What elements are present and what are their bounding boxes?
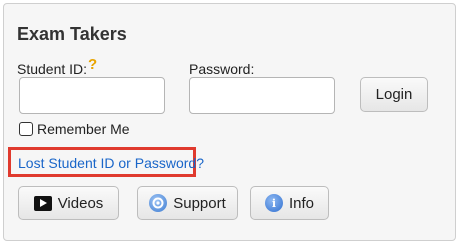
password-label: Password:: [189, 61, 255, 77]
support-lifebuoy-icon: [149, 194, 168, 212]
password-input[interactable]: [189, 77, 335, 114]
lost-credentials-link[interactable]: Lost Student ID or Password?: [18, 155, 204, 171]
info-button-label: Info: [288, 194, 315, 212]
videos-button-label: Videos: [57, 194, 104, 212]
login-button-label: Login: [375, 86, 413, 103]
info-icon: i: [264, 194, 283, 212]
videos-button[interactable]: Videos: [18, 186, 119, 220]
student-id-input[interactable]: [19, 77, 165, 114]
support-button-label: Support: [173, 194, 226, 212]
login-button[interactable]: Login: [360, 77, 428, 112]
support-button[interactable]: Support: [137, 186, 238, 220]
remember-me-checkbox[interactable]: Remember Me: [19, 121, 130, 137]
checkbox-box[interactable]: [19, 122, 33, 136]
student-id-label: Student ID:: [17, 61, 88, 77]
video-play-icon: [33, 195, 52, 211]
remember-me-label: Remember Me: [37, 121, 130, 137]
question-mark-icon[interactable]: ?: [88, 56, 97, 73]
info-button[interactable]: i Info: [250, 186, 329, 220]
panel-title: Exam Takers: [17, 24, 127, 44]
